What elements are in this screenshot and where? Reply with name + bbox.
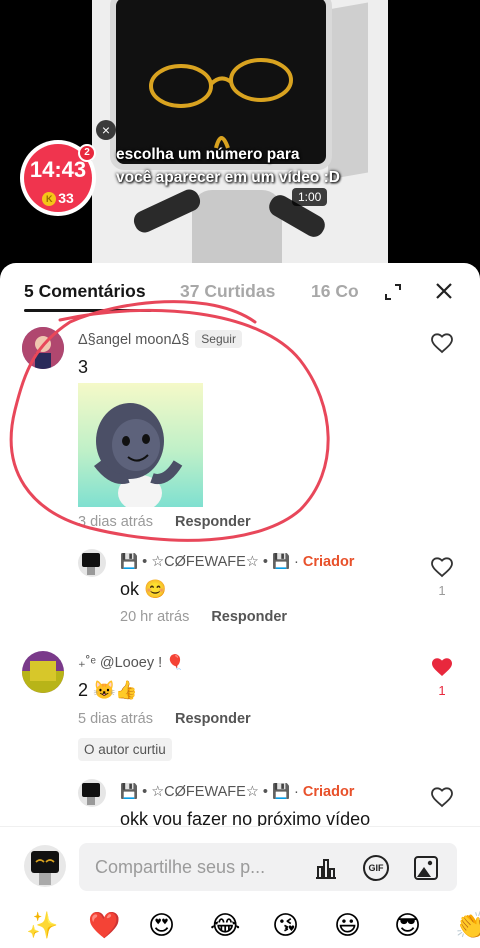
like-count: 1 [438,583,446,598]
emoji-button[interactable]: 😎 [394,911,421,941]
comment-item: Δ§angel moonΔ§ Seguir 3 3 dias atrás Respo… [0,317,480,547]
video-caption: escolha um número para você aparecer em … [116,143,356,189]
heart-filled-icon[interactable] [430,655,454,679]
emoji-button[interactable]: 👏 [455,911,480,941]
sticker-figure [94,403,183,507]
chart-icon[interactable] [313,855,339,881]
video-preview[interactable]: × escolha um número para você aparecer e… [0,0,480,290]
user-avatar[interactable] [24,845,66,887]
heart-icon[interactable] [430,555,454,579]
app-root: × escolha um número para você aparecer e… [0,0,480,948]
emoji-button[interactable]: 😍 [148,911,175,941]
heart-icon[interactable] [430,785,454,809]
character-face [149,58,293,149]
comment-input-placeholder: Compartilhe seus p... [95,857,266,877]
reply-button[interactable]: Responder [211,609,287,625]
caption-line-2: você aparecer em um vídeo :D [116,169,340,186]
coin-icon: K [42,192,57,206]
tab-likes[interactable]: 37 Curtidas [180,281,275,302]
avatar-image [22,651,64,693]
comment-composer: Compartilhe seus p... GIF [0,826,480,901]
emoji-quick-bar: ✨ ❤️ 😍 😂 😘 😃 😎 👏 [0,903,480,948]
tab-comments[interactable]: 5 Comentários [24,281,146,302]
expand-icon[interactable] [384,283,402,301]
avatar-image [22,327,64,369]
gif-icon[interactable]: GIF [363,855,389,881]
close-icon[interactable]: × [96,120,116,140]
comment-author[interactable]: 💾 • ☆CØFEWAFE☆ • 💾 · Criador [120,783,354,800]
comment-text: 3 [78,357,89,377]
emoji-button[interactable]: ✨ [26,911,58,941]
avatar[interactable] [22,651,64,693]
comment-input[interactable]: Compartilhe seus p... GIF [79,843,457,891]
author-name[interactable]: 💾 • ☆CØFEWAFE☆ • 💾 · [120,784,299,800]
emoji-button[interactable]: 😃 [334,911,361,941]
coin-count: K 33 [24,190,92,206]
comment-text: 2 😺👍 [78,680,138,700]
avatar[interactable] [78,549,106,577]
comments-sheet: 5 Comentários 37 Curtidas 16 Co Δ§angel … [0,263,480,948]
video-duration: 1:00 [292,188,328,206]
comment-reply-item: 💾 • ☆CØFEWAFE☆ • 💾 · Criador ok 😊 20 hr … [0,547,480,637]
reply-button[interactable]: Responder [175,514,251,530]
active-tab-underline [24,309,152,312]
heart-icon[interactable] [430,331,454,355]
author-liked-badge: O autor curtiu [78,738,172,761]
comment-reply-item: 💾 • ☆CØFEWAFE☆ • 💾 · Criador okk vou faz… [0,775,480,831]
comment-meta: 3 dias atrás Responder [78,514,251,530]
comment-time: 20 hr atrás [120,609,190,625]
creator-badge: Criador [302,554,355,570]
author-name[interactable]: 💾 • ☆CØFEWAFE☆ • 💾 · [120,554,299,570]
avatar[interactable] [78,779,106,807]
tab-collabs[interactable]: 16 Co [311,281,359,302]
reply-button[interactable]: Responder [175,711,251,727]
comment-sticker-image[interactable] [78,383,203,507]
like-count: 1 [438,683,446,698]
comment-time: 3 dias atrás [78,514,153,530]
image-icon[interactable] [413,855,439,881]
timer-badge: 2 [78,144,96,162]
comments-tabs: 5 Comentários 37 Curtidas 16 Co [0,263,480,317]
coin-value: 33 [58,190,74,206]
emoji-button[interactable]: 😂 [210,911,240,941]
creator-badge: Criador [302,784,355,800]
avatar-image [31,851,59,885]
comment-meta: 20 hr atrás Responder [120,609,287,625]
follow-button[interactable]: Seguir [195,330,242,348]
avatar[interactable] [22,327,64,369]
caption-line-1: escolha um número para [116,146,300,163]
emoji-button[interactable]: ❤️ [88,911,120,941]
comment-author[interactable]: Δ§angel moonΔ§ Seguir [78,330,242,348]
comment-time: 5 dias atrás [78,711,153,727]
comment-item: ₊˚ᵉ @Looey ! 🎈 2 😺👍 5 dias atrás Responde… [0,647,480,772]
avatar-image [82,553,100,575]
avatar-image [82,783,100,805]
comment-author[interactable]: ₊˚ᵉ @Looey ! 🎈 [78,654,184,671]
emoji-button[interactable]: 😘 [272,911,299,941]
comment-meta: 5 dias atrás Responder [78,711,251,727]
close-sheet-icon[interactable] [434,281,454,301]
author-name[interactable]: Δ§angel moonΔ§ [78,332,189,348]
comment-text: ok 😊 [120,579,167,599]
comment-author[interactable]: 💾 • ☆CØFEWAFE☆ • 💾 · Criador [120,553,354,570]
